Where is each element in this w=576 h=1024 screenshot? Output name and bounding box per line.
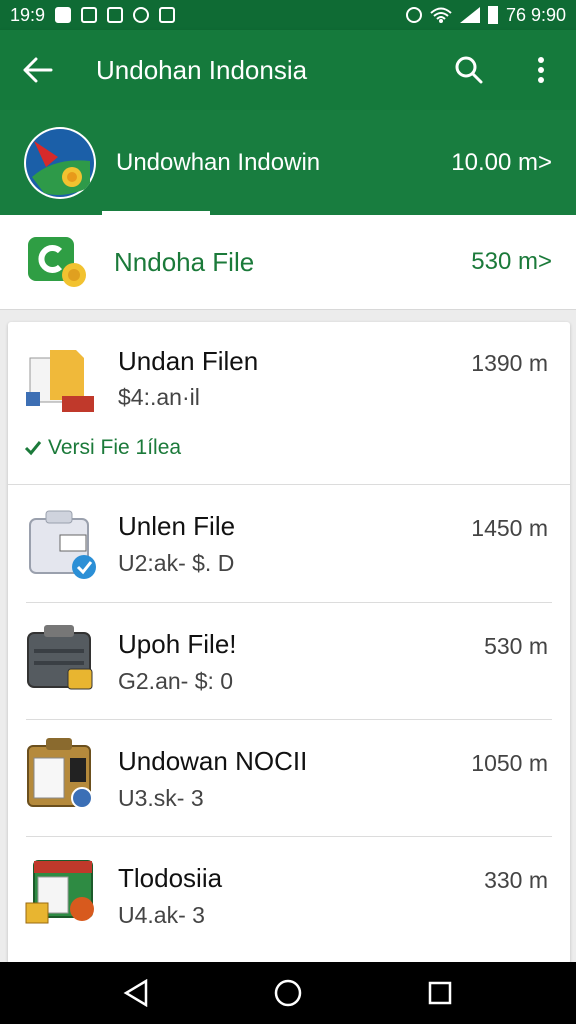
status-bar: 19:9 76 9:90 <box>0 0 576 30</box>
item-subtitle: U3.sk- 3 <box>118 785 204 811</box>
archive-icon <box>24 621 100 697</box>
gift-box-icon <box>24 853 100 929</box>
search-button[interactable] <box>452 53 486 87</box>
download-icon <box>81 7 98 23</box>
list-item[interactable]: Upoh File! G2.an- $: 0 530 m <box>8 603 570 720</box>
item-title: Tlodosiia <box>118 863 223 893</box>
featured-file-size: 530 m> <box>471 248 552 275</box>
app-logo-icon <box>24 126 96 199</box>
nav-home-button[interactable] <box>263 968 313 1018</box>
app-bar: Undohan Indonsia <box>0 30 576 110</box>
battery-icon <box>487 6 498 24</box>
status-time-left: 19:9 <box>10 4 46 25</box>
file-list: Undan Filen $4:.an·il 1390 m Versi Fie 1… <box>8 322 570 964</box>
status-time-right: 76 9:90 <box>505 4 566 25</box>
nav-back-button[interactable] <box>111 968 161 1018</box>
back-button[interactable] <box>18 50 58 90</box>
list-item[interactable]: Undowan NOCII U3.sk- 3 1050 m <box>8 720 570 837</box>
item-title: Unlen File <box>118 511 236 541</box>
nav-back-icon <box>123 979 148 1007</box>
item-subtitle: U2:ak- $. D <box>118 550 235 576</box>
box-icon <box>24 736 100 812</box>
sync-icon <box>133 7 150 23</box>
nav-home-icon <box>274 979 302 1007</box>
list-item[interactable]: Undan Filen $4:.an·il 1390 m Versi Fie 1… <box>8 322 570 484</box>
folder-icon <box>24 344 100 420</box>
alarm-icon <box>405 7 422 23</box>
more-vert-icon <box>538 57 544 83</box>
item-title: Undan Filen <box>118 346 259 376</box>
item-size: 1450 m <box>471 515 548 541</box>
overflow-menu-button[interactable] <box>524 53 558 87</box>
item-size: 330 m <box>484 867 548 893</box>
app-title: Undohan Indonsia <box>96 54 308 85</box>
item-title: Undowan NOCII <box>118 746 308 776</box>
system-nav-bar <box>0 962 576 1024</box>
mail-icon <box>159 7 176 23</box>
search-icon <box>455 56 483 84</box>
featured-banner[interactable]: Undowhan Indowin 10.00 m> <box>0 110 576 215</box>
banner-size: 10.00 m> <box>451 148 552 176</box>
app-notification-icon <box>107 7 124 23</box>
featured-file-item[interactable]: Nndoha File 530 m> <box>0 215 576 310</box>
verified-label: Versi Fie 1ílea <box>48 436 182 459</box>
item-size: 1390 m <box>471 350 548 376</box>
item-size: 530 m <box>484 633 548 659</box>
banner-name: Undowhan Indowin <box>116 148 321 176</box>
featured-file-name: Nndoha File <box>114 246 255 277</box>
check-icon <box>24 441 42 456</box>
list-item[interactable]: Unlen File U2:ak- $. D 1450 m <box>8 485 570 602</box>
package-icon <box>24 505 100 581</box>
item-title: Upoh File! <box>118 629 237 659</box>
file-app-icon <box>26 233 88 291</box>
item-subtitle: $4:.an·il <box>118 384 200 410</box>
back-arrow-icon <box>23 57 53 83</box>
signal-icon <box>459 7 480 23</box>
wifi-icon <box>430 7 452 23</box>
item-size: 1050 m <box>471 750 548 776</box>
nav-recents-button[interactable] <box>415 968 465 1018</box>
list-item[interactable]: Tlodosiia U4.ak- 3 330 m <box>8 837 570 964</box>
nav-recents-icon <box>428 981 452 1005</box>
verified-badge: Versi Fie 1ílea <box>24 436 181 460</box>
item-subtitle: G2.an- $: 0 <box>118 668 234 694</box>
notification-icon <box>55 7 72 23</box>
item-subtitle: U4.ak- 3 <box>118 902 205 928</box>
